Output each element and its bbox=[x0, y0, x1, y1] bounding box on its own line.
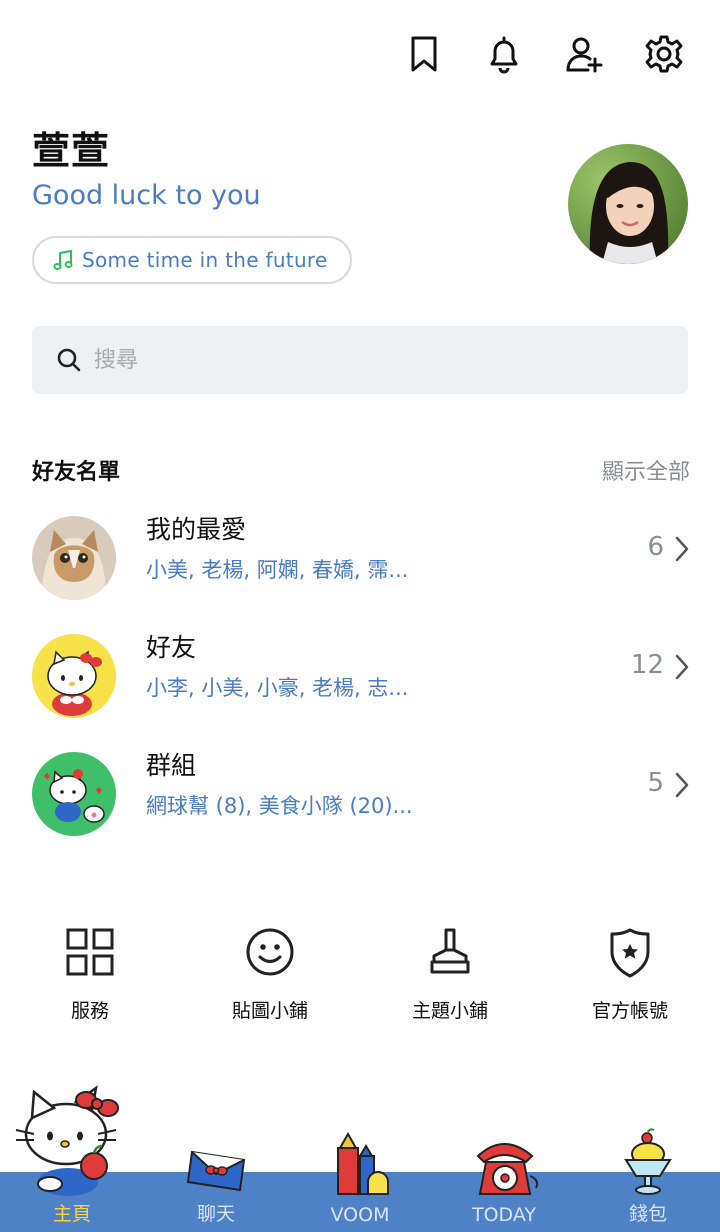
bookmark-icon[interactable] bbox=[402, 30, 446, 78]
favorites-avatar bbox=[32, 516, 116, 600]
tab-label: TODAY bbox=[472, 1204, 536, 1226]
tab-chats[interactable]: 聊天 bbox=[144, 1172, 288, 1232]
tab-voom[interactable]: VOOM bbox=[288, 1172, 432, 1232]
tab-home[interactable]: 主頁 bbox=[0, 1172, 144, 1232]
chevron-right-icon bbox=[675, 654, 689, 680]
music-note-icon bbox=[53, 249, 73, 270]
profile-music-title: Some time in the future bbox=[82, 248, 328, 272]
tab-label: 主頁 bbox=[52, 1203, 91, 1225]
tab-label: 錢包 bbox=[628, 1203, 667, 1225]
add-friend-icon[interactable] bbox=[562, 30, 606, 78]
friend-group-friends[interactable]: 好友 小李, 小美, 小豪, 老楊, 志... 12 bbox=[0, 622, 720, 730]
profile-status-message[interactable]: Good luck to you bbox=[32, 180, 261, 211]
friend-group-groups[interactable]: 群組 網球幫 (8), 美食小隊 (20)... 5 bbox=[0, 740, 720, 848]
profile-name[interactable]: 萱萱 bbox=[32, 120, 110, 175]
search-input[interactable] bbox=[94, 347, 654, 373]
service-label: 服務 bbox=[70, 1000, 109, 1022]
friend-group-count: 6 bbox=[647, 532, 664, 562]
theme-shop-button[interactable]: 主題小鋪 bbox=[360, 924, 540, 1023]
tab-label: VOOM bbox=[330, 1204, 390, 1226]
brush-icon bbox=[430, 928, 470, 974]
friend-group-count: 5 bbox=[647, 768, 664, 798]
friends-section-title: 好友名單 bbox=[32, 460, 121, 485]
service-label: 貼圖小鋪 bbox=[231, 1000, 308, 1022]
gear-icon[interactable] bbox=[642, 30, 686, 78]
tab-wallet[interactable]: 錢包 bbox=[576, 1172, 720, 1232]
friend-group-name: 我的最愛 bbox=[146, 515, 247, 544]
services-button[interactable]: 服務 bbox=[0, 924, 180, 1023]
tab-today[interactable]: TODAY bbox=[432, 1172, 576, 1232]
top-toolbar bbox=[402, 30, 686, 78]
show-all-link[interactable]: 顯示全部 bbox=[602, 454, 690, 486]
services-row: 服務 貼圖小鋪 主題小鋪 官方帳號 bbox=[0, 924, 720, 1023]
friend-group-favorites[interactable]: 我的最愛 小美, 老楊, 阿嫻, 春嬌, 霈... 6 bbox=[0, 504, 720, 612]
friend-group-members: 網球幫 (8), 美食小隊 (20)... bbox=[146, 794, 413, 818]
search-icon bbox=[57, 348, 81, 372]
chevron-right-icon bbox=[675, 772, 689, 798]
friend-group-members: 小李, 小美, 小豪, 老楊, 志... bbox=[146, 676, 409, 700]
profile-avatar[interactable] bbox=[568, 144, 688, 264]
grid-icon bbox=[66, 928, 114, 976]
profile-music-button[interactable]: Some time in the future bbox=[32, 236, 352, 284]
tab-label: 聊天 bbox=[196, 1203, 235, 1225]
chevron-right-icon bbox=[675, 536, 689, 562]
friends-avatar bbox=[32, 634, 116, 718]
official-accounts-button[interactable]: 官方帳號 bbox=[540, 924, 720, 1023]
groups-avatar bbox=[32, 752, 116, 836]
friend-group-members: 小美, 老楊, 阿嫻, 春嬌, 霈... bbox=[146, 558, 409, 582]
service-label: 主題小鋪 bbox=[411, 1000, 488, 1022]
friend-group-count: 12 bbox=[630, 650, 664, 680]
smiley-icon bbox=[246, 928, 294, 976]
friend-group-name: 群組 bbox=[146, 751, 197, 780]
search-bar[interactable] bbox=[32, 326, 688, 394]
sticker-shop-button[interactable]: 貼圖小鋪 bbox=[180, 924, 360, 1023]
service-label: 官方帳號 bbox=[591, 1000, 668, 1022]
shield-star-icon bbox=[610, 928, 650, 978]
bell-icon[interactable] bbox=[482, 30, 526, 78]
friend-group-name: 好友 bbox=[146, 633, 197, 662]
